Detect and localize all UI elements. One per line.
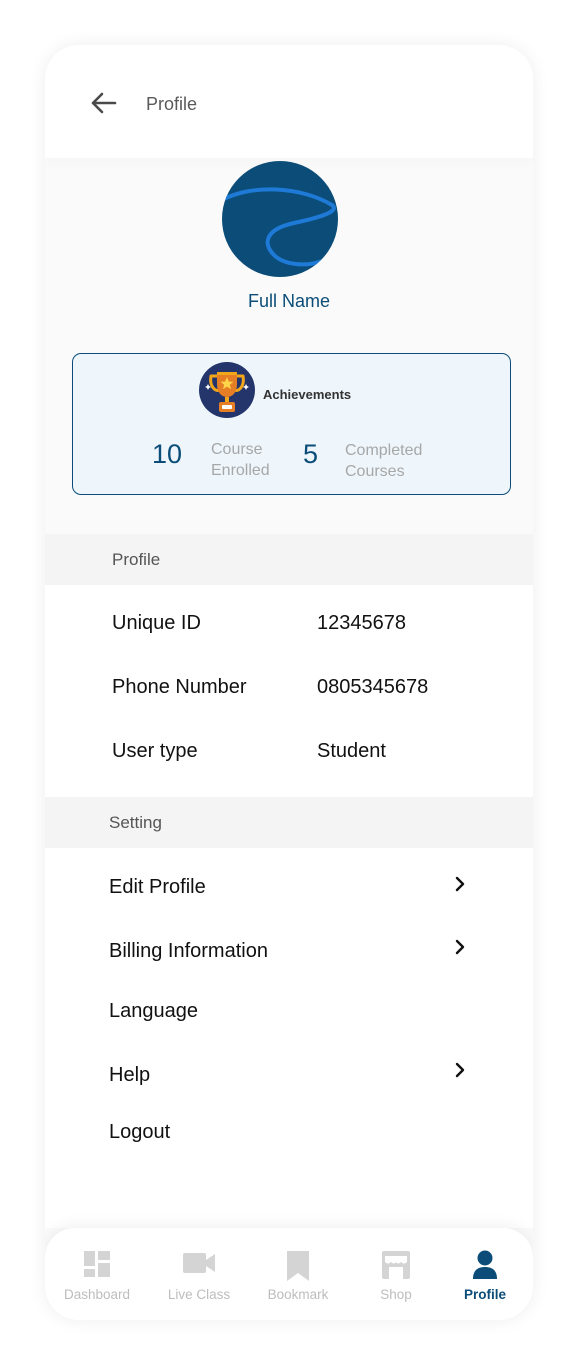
achievements-title: Achievements xyxy=(263,387,352,402)
unique-id-value: 12345678 xyxy=(317,612,406,634)
nav-shop[interactable]: Shop xyxy=(352,1228,440,1320)
dashboard-icon xyxy=(84,1251,110,1277)
language-item[interactable]: Language xyxy=(109,1000,198,1023)
phone-number-label: Phone Number xyxy=(112,676,247,698)
nav-live-class[interactable]: Live Class xyxy=(155,1228,243,1320)
billing-information-item[interactable]: Billing Information xyxy=(109,940,268,963)
profile-section-heading: Profile xyxy=(45,534,533,585)
help-item[interactable]: Help xyxy=(109,1064,150,1087)
bottom-navigation: Dashboard Live Class Bookmark Shop Profi… xyxy=(45,1228,533,1320)
edit-profile-item[interactable]: Edit Profile xyxy=(109,876,206,899)
settings-section-heading: Setting xyxy=(45,797,533,848)
courses-enrolled-label: Course Enrolled xyxy=(211,441,270,479)
unique-id-label: Unique ID xyxy=(112,612,201,634)
video-camera-icon xyxy=(183,1253,215,1273)
trophy-badge xyxy=(199,362,255,418)
page-title: Profile xyxy=(146,94,198,114)
logout-item[interactable]: Logout xyxy=(109,1121,170,1144)
settings-list: Edit Profile Billing Information Languag… xyxy=(45,848,533,1228)
courses-completed-count: 5 xyxy=(303,439,319,469)
nav-dashboard[interactable]: Dashboard xyxy=(53,1228,141,1320)
user-type-value: Student xyxy=(317,740,386,762)
nav-profile[interactable]: Profile xyxy=(441,1228,529,1320)
shop-icon xyxy=(382,1251,410,1279)
arrow-left-icon xyxy=(91,92,117,114)
courses-enrolled-count: 10 xyxy=(152,439,183,469)
nav-bookmark[interactable]: Bookmark xyxy=(254,1228,342,1320)
phone-number-value: 0805345678 xyxy=(317,676,429,698)
chevron-right-icon[interactable] xyxy=(453,939,467,955)
courses-completed-label: Completed Courses xyxy=(345,442,423,480)
bookmark-icon xyxy=(287,1251,309,1281)
user-type-label: User type xyxy=(112,740,198,762)
achievements-card: Achievements 10 Course Enrolled 5 Comple… xyxy=(72,353,511,495)
avatar-icon xyxy=(222,187,336,267)
chevron-right-icon[interactable] xyxy=(453,1062,467,1078)
top-app-bar: Profile xyxy=(45,45,533,158)
trophy-icon xyxy=(199,362,255,418)
avatar[interactable] xyxy=(222,161,338,277)
chevron-right-icon[interactable] xyxy=(453,876,467,892)
back-button[interactable] xyxy=(89,91,117,115)
full-name: Full Name xyxy=(247,291,331,311)
phone-screen: Profile Full Name Achievements 10 Course… xyxy=(45,45,533,1320)
profile-info-list: Unique ID 12345678 Phone Number 08053456… xyxy=(45,585,533,797)
user-icon xyxy=(473,1250,497,1279)
